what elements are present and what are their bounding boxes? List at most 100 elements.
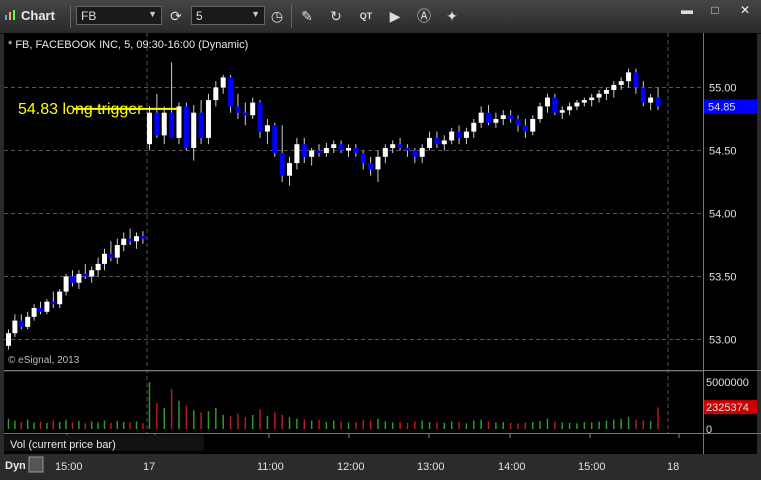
candle [552, 97, 558, 113]
candle [412, 150, 418, 157]
time-tick-label: 11:00 [257, 461, 284, 473]
candle [294, 144, 300, 164]
candle [486, 112, 492, 123]
time-tick-label: 15:00 [55, 461, 83, 473]
candle [390, 144, 396, 148]
candle [70, 276, 75, 283]
candle [38, 308, 43, 312]
candle [176, 106, 182, 138]
candle [515, 119, 521, 126]
candle [191, 112, 197, 148]
play-icon[interactable]: ▶ [384, 6, 406, 27]
candle [25, 316, 31, 327]
candle [559, 110, 565, 113]
symbol-input[interactable]: FB ▼ [76, 6, 162, 25]
candle [427, 137, 433, 148]
volume-tick-label: 5000000 [706, 377, 749, 389]
candle [537, 106, 543, 119]
candle [134, 236, 139, 242]
candle [12, 320, 18, 334]
interval-value: 5 [196, 9, 203, 23]
candle [108, 253, 114, 258]
candle [89, 270, 95, 277]
volume-tick-label: 0 [706, 424, 712, 436]
dyn-label[interactable]: Dyn [5, 460, 26, 472]
candle [147, 112, 152, 145]
chevron-down-icon[interactable]: ▼ [251, 9, 260, 19]
clock-icon[interactable]: ◷ [266, 6, 288, 27]
candle [235, 106, 241, 113]
candle [434, 137, 440, 145]
candle [95, 263, 101, 271]
tools-icon[interactable]: ✦ [441, 6, 463, 27]
price-tick-label: 54.00 [709, 209, 737, 221]
candle [596, 93, 602, 98]
candle [618, 81, 624, 85]
candle [76, 273, 82, 283]
price-pane[interactable] [4, 33, 704, 370]
candle [522, 125, 528, 132]
time-tick-label: 18 [667, 461, 679, 473]
candle [264, 125, 270, 132]
candle [471, 122, 477, 132]
interval-input[interactable]: 5 ▼ [191, 6, 265, 25]
restore-button[interactable]: □ [706, 2, 724, 18]
close-button[interactable]: ✕ [736, 2, 754, 18]
candle [57, 291, 63, 305]
cursor-icon[interactable]: ↻ [325, 6, 347, 27]
watermark: © eSignal, 2013 [8, 355, 80, 366]
candle [345, 147, 351, 151]
candle [301, 144, 307, 157]
candle [640, 87, 646, 103]
candle [205, 100, 211, 138]
a-icon[interactable]: Ⓐ [413, 6, 435, 27]
candle [127, 238, 133, 242]
time-tick-label: 13:00 [417, 461, 445, 473]
candle [18, 320, 24, 327]
annotation-label[interactable]: 54.83 long trigger [18, 101, 143, 118]
calendar-icon[interactable] [28, 456, 44, 473]
candle [250, 102, 256, 116]
candle [228, 77, 234, 107]
candle [404, 147, 410, 151]
candle [331, 144, 337, 148]
candle [493, 119, 499, 123]
minimize-button[interactable]: ▬ [678, 2, 696, 18]
current-volume-label: 2325374 [706, 402, 749, 414]
candle [183, 106, 189, 148]
candle [316, 150, 322, 154]
refresh-icon[interactable]: ⟳ [165, 6, 187, 27]
candle [140, 236, 146, 239]
pencil-icon[interactable]: ✎ [296, 6, 318, 27]
candle [169, 112, 175, 138]
candle [50, 301, 56, 305]
symbol-value: FB [81, 9, 97, 23]
time-tick-label: 14:00 [498, 461, 526, 473]
candle [44, 301, 50, 312]
candle [419, 147, 425, 157]
chevron-down-icon[interactable]: ▼ [148, 9, 157, 19]
candle [220, 77, 226, 88]
price-tick-label: 53.00 [709, 335, 737, 347]
candle [603, 90, 609, 94]
quote-icon[interactable]: QT [355, 6, 377, 27]
candle [648, 97, 654, 103]
candle [581, 100, 587, 103]
candle [449, 131, 455, 141]
candle [242, 112, 248, 116]
candle [82, 273, 88, 277]
separator [291, 5, 292, 28]
candle [309, 150, 315, 157]
candle [626, 72, 632, 82]
time-tick-label: 17 [143, 461, 155, 473]
candle [611, 84, 617, 91]
candle [382, 147, 388, 157]
candle [213, 87, 219, 101]
candle [121, 238, 127, 245]
separator [70, 5, 71, 28]
candle [279, 153, 285, 176]
candle [530, 119, 536, 132]
candle [508, 115, 514, 119]
chart-area[interactable]: 53.00 53.50 54.00 54.50 55.00 54.85 5000000 0 23… [0, 33, 761, 480]
candle [544, 97, 550, 107]
